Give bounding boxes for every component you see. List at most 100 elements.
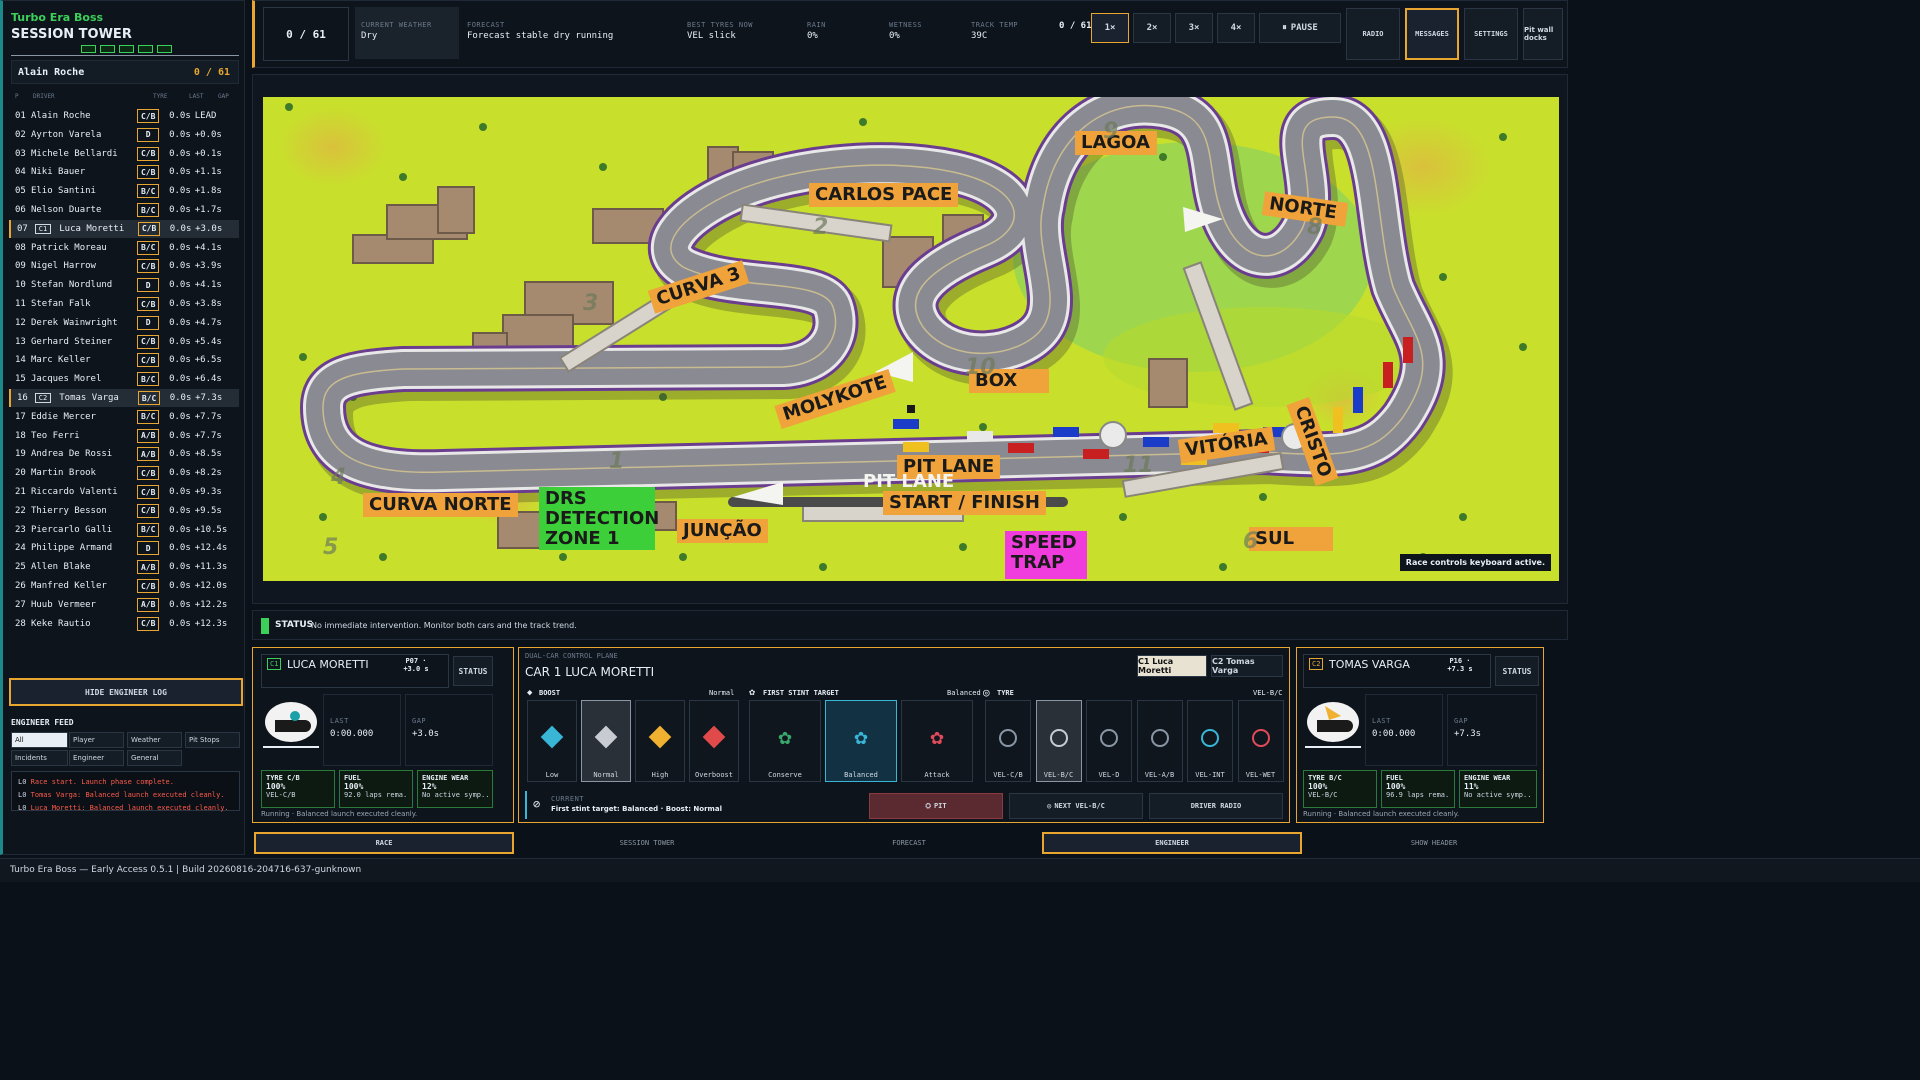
driver-radio-button[interactable]: DRIVER RADIO: [1149, 793, 1283, 819]
tower-row[interactable]: 17 Eddie Mercer B/C 0.0s +7.7s: [9, 408, 239, 426]
turn-number-6: 6: [1243, 529, 1259, 554]
speed-3x-button[interactable]: 3×: [1175, 13, 1213, 43]
tab-show-header[interactable]: SHOW HEADER: [1306, 832, 1562, 854]
tab-forecast[interactable]: FORECAST: [780, 832, 1038, 854]
stint-balanced-option[interactable]: ✿ Balanced: [825, 700, 897, 782]
feed-filter-pit-stops[interactable]: Pit Stops: [185, 732, 240, 748]
feed-filter-player[interactable]: Player: [69, 732, 124, 748]
tower-row[interactable]: 16 C2 Tomas Varga B/C 0.0s +7.3s: [9, 389, 239, 407]
row-tyre: C/B: [137, 579, 169, 593]
tower-row[interactable]: 22 Thierry Besson C/B 0.0s +9.5s: [9, 502, 239, 520]
speed-4x-button[interactable]: 4×: [1217, 13, 1255, 43]
stint-conserve-option[interactable]: ✿ Conserve: [749, 700, 821, 782]
row-gap: +8.5s: [194, 449, 222, 460]
track-map[interactable]: LAGOA CARLOS PACE NORTE CURVA 3 BOX MOLY…: [263, 97, 1559, 581]
tower-row[interactable]: 20 Martin Brook C/B 0.0s +8.2s: [9, 464, 239, 482]
row-position: 20: [15, 468, 26, 479]
car1-status-button[interactable]: STATUS: [453, 656, 493, 686]
row-position: 22: [15, 505, 26, 516]
car2-card: C2 TOMAS VARGA P16 · +7.3 s STATUS LAST …: [1296, 647, 1544, 823]
boost-overboost-option[interactable]: Overboost: [689, 700, 739, 782]
tower-row[interactable]: 06 Nelson Duarte B/C 0.0s +1.7s: [9, 201, 239, 219]
row-driver: Jacques Morel: [31, 374, 137, 384]
tower-row[interactable]: 13 Gerhard Steiner C/B 0.0s +5.4s: [9, 333, 239, 351]
stint-icon: ✿: [749, 687, 756, 698]
helmet-icon: [1307, 702, 1359, 742]
feed-filter-incidents[interactable]: Incidents: [11, 750, 68, 766]
row-last: 0.0s: [169, 374, 191, 385]
tower-row[interactable]: 08 Patrick Moreau B/C 0.0s +4.1s: [9, 239, 239, 257]
boost-low-option[interactable]: Low: [527, 700, 577, 782]
feed-filter-all[interactable]: All: [11, 732, 68, 748]
tower-row[interactable]: 28 Keke Rautio C/B 0.0s +12.3s: [9, 615, 239, 633]
light-icon: [100, 45, 115, 53]
car2-note: Running · Balanced launch executed clean…: [1303, 810, 1460, 818]
tyre-option-vel-c-b[interactable]: VEL-C/B: [985, 700, 1031, 782]
speed-2x-button[interactable]: 2×: [1133, 13, 1171, 43]
tower-row[interactable]: 27 Huub Vermeer A/B 0.0s +12.2s: [9, 596, 239, 614]
car2-select-tab[interactable]: C2 Tomas Varga: [1211, 655, 1283, 677]
turn-number-5: 5: [323, 535, 339, 560]
pause-button[interactable]: ⏸ PAUSE: [1259, 13, 1341, 43]
tower-row[interactable]: 26 Manfred Keller C/B 0.0s +12.0s: [9, 577, 239, 595]
pit-wall-docks-tab[interactable]: Pit wall docks: [1523, 8, 1563, 60]
car2-badge: C2: [1309, 658, 1324, 670]
tower-row[interactable]: 21 Riccardo Valenti C/B 0.0s +9.3s: [9, 483, 239, 501]
tower-lights: [81, 45, 172, 53]
feed-filter-general[interactable]: General: [127, 750, 182, 766]
boost-normal-option[interactable]: Normal: [581, 700, 631, 782]
row-driver-name: Jacques Morel: [30, 374, 102, 385]
tyre-option-vel-int[interactable]: VEL-INT: [1187, 700, 1233, 782]
radio-tab[interactable]: RADIO: [1346, 8, 1400, 60]
tower-row[interactable]: 10 Stefan Nordlund D 0.0s +4.1s: [9, 276, 239, 294]
settings-tab[interactable]: SETTINGS: [1464, 8, 1518, 60]
tyre-ring-icon: [1201, 729, 1219, 747]
tower-row[interactable]: 23 Piercarlo Galli B/C 0.0s +10.5s: [9, 521, 239, 539]
weather-box: CURRENT WEATHER Dry: [355, 7, 459, 59]
row-driver: Derek Wainwright: [31, 318, 137, 328]
pit-button[interactable]: ⛭ PIT: [869, 793, 1003, 819]
tower-row[interactable]: 24 Philippe Armand D 0.0s +12.4s: [9, 539, 239, 557]
feed-filter-weather[interactable]: Weather: [127, 732, 182, 748]
tower-row[interactable]: 15 Jacques Morel B/C 0.0s +6.4s: [9, 370, 239, 388]
tower-row[interactable]: 04 Niki Bauer C/B 0.0s +1.1s: [9, 163, 239, 181]
label-juncao: JUNÇÃO: [677, 519, 768, 543]
tab-engineer[interactable]: ENGINEER: [1042, 832, 1302, 854]
boost-high-option[interactable]: High: [635, 700, 685, 782]
speed-1x-button[interactable]: 1×: [1091, 13, 1129, 43]
tower-row[interactable]: 05 Elio Santini B/C 0.0s +1.8s: [9, 182, 239, 200]
tyre-option-vel-d[interactable]: VEL-D: [1086, 700, 1132, 782]
hide-engineer-log-button[interactable]: HIDE ENGINEER LOG: [9, 678, 243, 706]
tyre-option-vel-wet[interactable]: VEL-WET: [1237, 700, 1284, 782]
row-driver-name: Tomas Varga: [59, 393, 119, 403]
tyre-ring-icon: [999, 729, 1017, 747]
row-driver: Teo Ferri: [31, 431, 137, 441]
tower-row[interactable]: 09 Nigel Harrow C/B 0.0s +3.9s: [9, 257, 239, 275]
tower-row[interactable]: 11 Stefan Falk C/B 0.0s +3.8s: [9, 295, 239, 313]
next-tyre-button[interactable]: ◎ NEXT VEL-B/C: [1009, 793, 1143, 819]
row-driver: Piercarlo Galli: [31, 525, 137, 535]
row-tyre: C/B: [138, 221, 170, 236]
tyre-option-vel-b-c[interactable]: VEL-B/C: [1035, 700, 1082, 782]
tower-row[interactable]: 07 C1 Luca Moretti C/B 0.0s +3.0s: [9, 219, 239, 238]
feed-filter-engineer[interactable]: Engineer: [69, 750, 124, 766]
label-start-finish: START / FINISH: [883, 491, 1046, 515]
tab-session-tower[interactable]: SESSION TOWER: [518, 832, 776, 854]
tower-row[interactable]: 02 Ayrton Varela D 0.0s +0.0s: [9, 126, 239, 144]
stint-attack-option[interactable]: ✿ Attack: [901, 700, 973, 782]
car2-status-button[interactable]: STATUS: [1495, 656, 1539, 686]
tower-row[interactable]: 01 Alain Roche C/B 0.0s LEAD: [9, 107, 239, 125]
tower-row[interactable]: 19 Andrea De Rossi A/B 0.0s +8.5s: [9, 445, 239, 463]
row-driver-name: Philippe Armand: [30, 543, 113, 554]
tower-row[interactable]: 25 Allen Blake A/B 0.0s +11.3s: [9, 558, 239, 576]
tyre-option-vel-a-b[interactable]: VEL-A/B: [1136, 700, 1183, 782]
tower-row[interactable]: 14 Marc Keller C/B 0.0s +6.5s: [9, 351, 239, 369]
tower-row[interactable]: 18 Teo Ferri A/B 0.0s +7.7s: [9, 427, 239, 445]
car1-select-tab[interactable]: C1 Luca Moretti: [1137, 655, 1207, 677]
messages-tab[interactable]: MESSAGES: [1405, 8, 1459, 60]
tower-row[interactable]: 12 Derek Wainwright D 0.0s +4.7s: [9, 314, 239, 332]
tab-race[interactable]: RACE: [254, 832, 514, 854]
tower-row[interactable]: 03 Michele Bellardi C/B 0.0s +0.1s: [9, 145, 239, 163]
log-line: L0 Tomas Varga: Balanced launch executed…: [18, 791, 225, 799]
col-tyre: TYRE: [153, 93, 168, 100]
